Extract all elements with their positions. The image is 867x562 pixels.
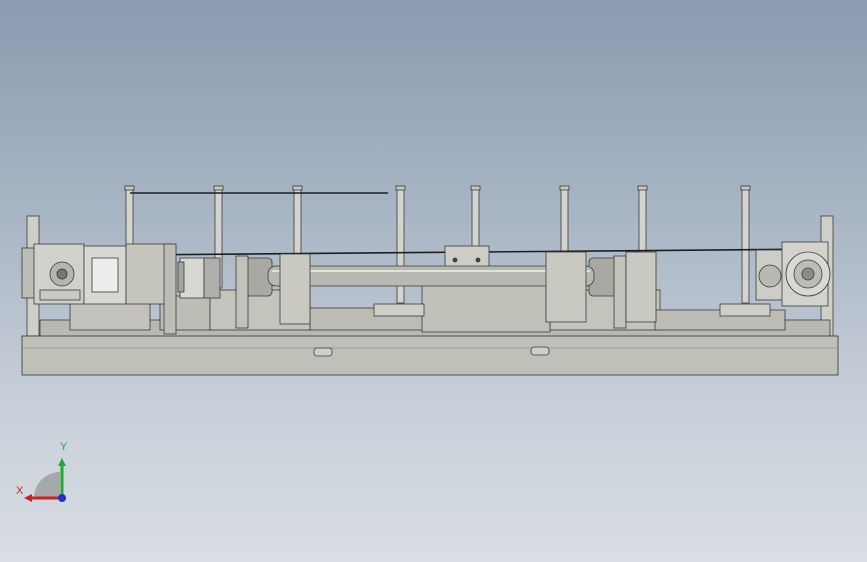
y-arrow-head [58, 458, 66, 466]
x-arrow-head [24, 494, 32, 502]
left-motor-bolt-plate [39, 289, 81, 301]
rod-cap [559, 185, 570, 191]
plate [625, 251, 657, 323]
plate [545, 251, 587, 323]
coupling [203, 257, 221, 299]
rod-cap [395, 185, 406, 191]
rod-cap [740, 185, 751, 191]
z-axis-dot [58, 494, 66, 502]
axis-triad: Y X [14, 440, 74, 510]
right-pulley-hub [801, 267, 815, 281]
right-small-gear [758, 264, 782, 288]
plate [279, 253, 311, 325]
base-slot [313, 347, 333, 357]
frame-block [69, 299, 151, 331]
y-axis-label: Y [60, 441, 68, 453]
rod-cap [637, 185, 648, 191]
x-axis-label: X [16, 485, 24, 497]
rod-cap [124, 185, 135, 191]
base-plate [21, 335, 839, 376]
left-plate [163, 243, 177, 335]
shaft-hub [56, 268, 68, 280]
slide-block [373, 303, 425, 317]
machine-assembly-model[interactable] [21, 185, 839, 376]
bearing-support [613, 255, 627, 329]
rod-cap [213, 185, 224, 191]
bolt [475, 257, 481, 263]
guide-rod [741, 187, 750, 304]
coupling-clamp [177, 261, 185, 293]
main-shaft [267, 265, 595, 287]
cad-viewport[interactable] [0, 0, 867, 562]
rod-cap [292, 185, 303, 191]
base-slot [530, 346, 550, 356]
bolt [452, 257, 458, 263]
left-gear-window [91, 257, 119, 293]
rod-cap [470, 185, 481, 191]
slide-block [719, 303, 771, 317]
triad-plane [34, 472, 60, 498]
bearing-support [235, 255, 249, 329]
left-bracket [125, 243, 171, 305]
